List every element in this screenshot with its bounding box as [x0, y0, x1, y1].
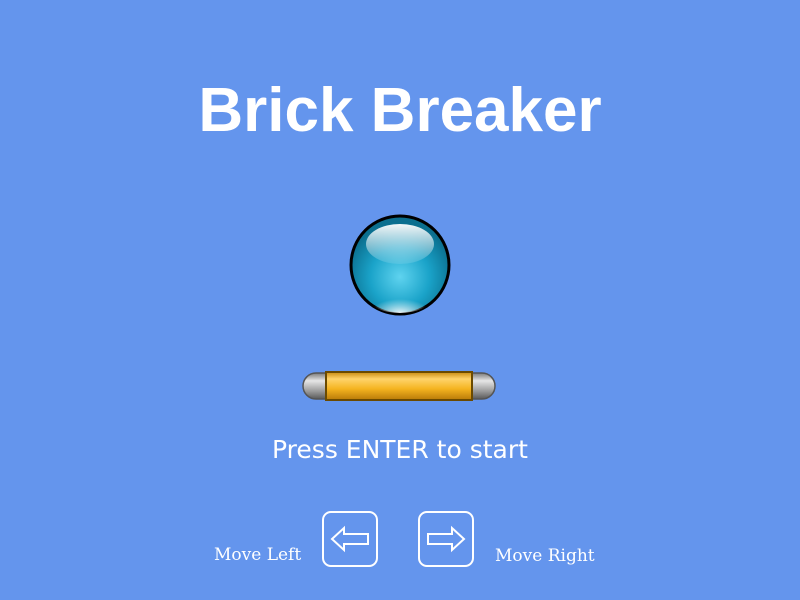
ball	[349, 214, 451, 316]
move-left-button[interactable]	[322, 511, 378, 567]
game-title: Brick Breaker	[198, 76, 602, 145]
move-right-label: Move Right	[495, 546, 595, 566]
start-prompt: Press ENTER to start	[272, 435, 528, 464]
move-right-button[interactable]	[418, 511, 474, 567]
arrow-right-icon	[427, 525, 466, 553]
arrow-left-icon	[330, 525, 369, 553]
paddle	[302, 371, 496, 401]
move-left-label: Move Left	[214, 545, 302, 565]
